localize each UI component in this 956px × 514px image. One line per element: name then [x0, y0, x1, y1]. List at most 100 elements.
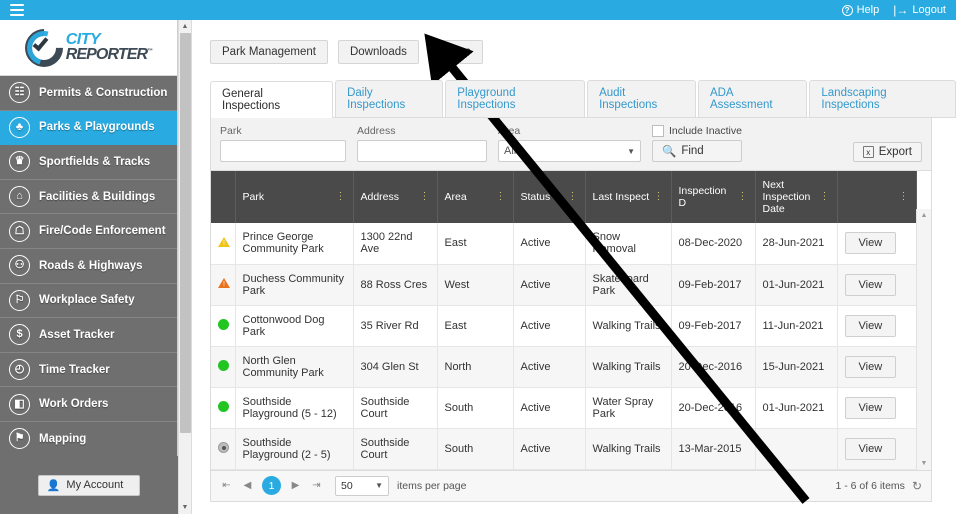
row-status-icon-cell	[211, 387, 236, 429]
column-header-next_inspection_date[interactable]: Next Inspection Date ⋮	[755, 171, 838, 223]
row-status-icon-cell	[211, 428, 236, 470]
column-menu-icon[interactable]: ⋮	[568, 192, 578, 202]
sidebar-item-asset-tracker[interactable]: $ Asset Tracker	[0, 318, 177, 353]
table-row[interactable]: Southside Playground (5 - 12) Southside C…	[211, 387, 917, 429]
column-menu-icon[interactable]: ⋮	[496, 192, 506, 202]
scroll-up-icon[interactable]: ▲	[179, 20, 191, 33]
table-row[interactable]: Southside Playground (2 - 5) Southside Co…	[211, 428, 917, 470]
grid-scroll-up-icon[interactable]: ▲	[917, 209, 931, 221]
address-input[interactable]	[357, 140, 487, 162]
status-dot-gray-icon	[218, 441, 229, 453]
column-header-status_icon[interactable]	[211, 171, 236, 223]
column-header-status[interactable]: Status ⋮	[513, 171, 586, 223]
column-header-action[interactable]: ⋮	[837, 171, 917, 223]
last-page-icon[interactable]: ⇥	[310, 480, 323, 491]
tab-daily-inspections[interactable]: Daily Inspections	[335, 80, 444, 117]
page-number-1[interactable]: 1	[262, 476, 281, 495]
row-status-icon-cell: !	[211, 223, 236, 265]
inspection-tabs: General Inspections Daily Inspections Play…	[210, 80, 956, 118]
sidebar-item-parks-playgrounds[interactable]: ♣ Parks & Playgrounds	[0, 110, 177, 146]
tree-icon: ♣	[9, 116, 30, 138]
sidebar-item-roads-highways[interactable]: ⚇ Roads & Highways	[0, 249, 177, 284]
sidebar-item-facilities-buildings[interactable]: ⌂ Facilities & Buildings	[0, 180, 177, 215]
view-button[interactable]: View	[844, 232, 897, 255]
column-header-park[interactable]: Park ⋮	[235, 171, 354, 223]
view-button[interactable]: View	[844, 314, 897, 337]
export-button[interactable]: x Export	[852, 142, 922, 162]
excel-icon: x	[862, 146, 874, 158]
refresh-icon[interactable]: ↻	[912, 479, 922, 493]
column-header-address[interactable]: Address ⋮	[353, 171, 438, 223]
cell-status: Active	[513, 387, 586, 429]
grid-scroll-down-icon[interactable]: ▼	[917, 458, 931, 470]
sidebar-item-time-tracker[interactable]: ◴ Time Tracker	[0, 353, 177, 388]
tab-landscaping-inspections[interactable]: Landscaping Inspections	[809, 80, 956, 117]
column-header-area[interactable]: Area ⋮	[437, 171, 514, 223]
view-button[interactable]: View	[844, 355, 897, 378]
map-pin-icon: ⚑	[9, 428, 30, 450]
sidebar-item-mapping[interactable]: ⚑ Mapping	[0, 422, 177, 457]
area-select[interactable]: All ▼	[498, 140, 641, 162]
sidebar-item-workplace-safety[interactable]: ⚐ Workplace Safety	[0, 284, 177, 319]
sidebar-item-permits-construction[interactable]: ☷ Permits & Construction	[0, 76, 177, 111]
tab-general-inspections[interactable]: General Inspections	[210, 81, 334, 118]
address-filter: Address	[357, 125, 487, 162]
tab-audit-inspections[interactable]: Audit Inspections	[587, 80, 696, 117]
tab-ada-assessment[interactable]: ADA Assessment	[697, 80, 808, 117]
sidebar: CITY REPORTER™ ☷ Permits & Construction ♣ P…	[0, 20, 178, 514]
downloads-button[interactable]: Downloads	[337, 40, 419, 64]
view-button[interactable]: View	[844, 437, 897, 460]
include-inactive-checkbox[interactable]	[652, 125, 664, 137]
sidebar-item-sportfields-tracks[interactable]: ♛ Sportfields & Tracks	[0, 145, 177, 180]
setup-button[interactable]: Setup	[428, 40, 483, 64]
column-menu-icon[interactable]: ⋮	[336, 192, 346, 202]
cell-address: Southside Court	[353, 387, 438, 429]
table-row[interactable]: Cottonwood Dog Park 35 River Rd East Active…	[211, 305, 917, 347]
sidebar-item-work-orders[interactable]: ◧ Work Orders	[0, 387, 177, 422]
column-menu-icon[interactable]: ⋮	[420, 192, 430, 202]
grid-scrollbar[interactable]: ▲ ▼	[916, 209, 931, 470]
app-logo: CITY REPORTER™	[0, 20, 177, 76]
park-input[interactable]	[220, 140, 346, 162]
cell-area: West	[437, 264, 514, 306]
sidebar-item-fire-code-enforcement[interactable]: ☖ Fire/Code Enforcement	[0, 214, 177, 249]
first-page-icon[interactable]: ⇤	[220, 480, 233, 491]
page-size-select[interactable]: 50 ▼	[335, 475, 389, 496]
sidebar-scrollbar[interactable]: ▲ ▼	[178, 20, 192, 514]
column-header-last_inspect[interactable]: Last Inspect ⋮	[585, 171, 672, 223]
logout-link[interactable]: |→ Logout	[893, 4, 946, 17]
sidebar-item-label: Time Tracker	[39, 363, 110, 376]
column-menu-icon[interactable]: ⋮	[654, 192, 664, 202]
sidebar-footer: 👤 My Account	[0, 456, 178, 514]
view-button[interactable]: View	[844, 273, 897, 296]
help-link[interactable]: ? Help	[841, 4, 879, 16]
table-row[interactable]: ! Duchess Community Park 88 Ross Cres West A…	[211, 264, 917, 306]
row-action-cell: View	[837, 346, 917, 388]
hamburger-icon[interactable]	[4, 0, 30, 20]
park-management-button[interactable]: Park Management	[210, 40, 328, 64]
my-account-button[interactable]: 👤 My Account	[37, 474, 141, 496]
scroll-down-icon[interactable]: ▼	[179, 501, 191, 514]
sidebar-scrollbar-thumb[interactable]	[180, 33, 191, 433]
find-button[interactable]: 🔍 Find	[652, 140, 742, 162]
column-menu-icon[interactable]: ⋮	[820, 192, 830, 202]
column-header-label: Park	[242, 191, 265, 203]
column-menu-icon[interactable]: ⋮	[899, 192, 909, 202]
next-page-icon[interactable]: ▶	[289, 480, 302, 491]
tab-playground-inspections[interactable]: Playground Inspections	[445, 80, 586, 117]
prev-page-icon[interactable]: ◀	[241, 480, 254, 491]
table-row[interactable]: North Glen Community Park 304 Glen St Nort…	[211, 346, 917, 388]
view-button[interactable]: View	[844, 396, 897, 419]
search-icon: 🔍	[662, 146, 677, 158]
row-action-cell: View	[837, 264, 917, 306]
column-menu-icon[interactable]: ⋮	[738, 192, 748, 202]
cell-next_inspection_date: 01-Jun-2021	[755, 264, 838, 306]
table-row[interactable]: ! Prince George Community Park 1300 22nd A…	[211, 223, 917, 265]
column-header-inspection_d[interactable]: Inspection D ⋮	[671, 171, 756, 223]
find-column: Include Inactive 🔍 Find	[652, 125, 742, 162]
badge-icon: ⚐	[9, 289, 30, 311]
cell-last_inspect: Snow Removal	[585, 223, 672, 265]
my-account-label: My Account	[66, 479, 124, 491]
park-filter: Park	[220, 125, 346, 162]
sidebar-nav: ☷ Permits & Construction ♣ Parks & Playgrou…	[0, 76, 177, 457]
